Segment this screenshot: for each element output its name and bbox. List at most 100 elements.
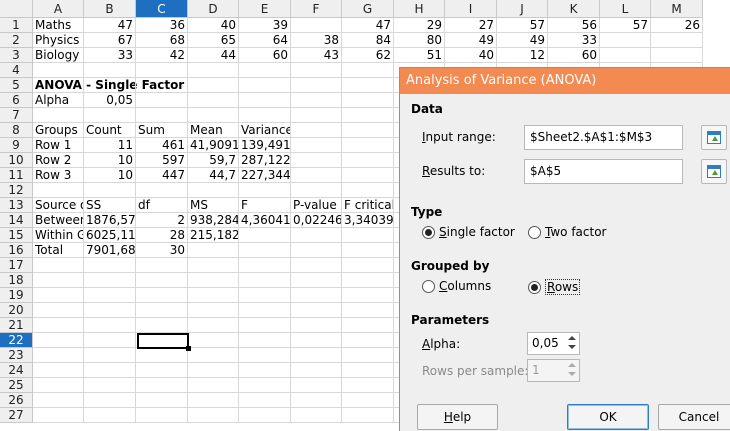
cell-b9[interactable]: 11 bbox=[84, 138, 136, 153]
cell-g12[interactable] bbox=[342, 183, 394, 198]
column-header-b[interactable]: B bbox=[84, 0, 136, 18]
cell-b8[interactable]: Count bbox=[84, 123, 136, 138]
cell-e7[interactable] bbox=[239, 108, 291, 123]
cell-c3[interactable]: 42 bbox=[136, 48, 188, 63]
cell-g14[interactable]: 3,34039 bbox=[342, 213, 394, 228]
cell-c27[interactable] bbox=[136, 408, 188, 423]
cell-f16[interactable] bbox=[291, 243, 342, 258]
cell-a13[interactable]: Source of Variation bbox=[33, 198, 84, 213]
cell-c11[interactable]: 447 bbox=[136, 168, 188, 183]
cell-f6[interactable] bbox=[291, 93, 342, 108]
cell-f1[interactable] bbox=[291, 18, 342, 33]
cell-c19[interactable] bbox=[136, 288, 188, 303]
cell-a2[interactable]: Physics bbox=[33, 33, 84, 48]
spin-down-icon[interactable] bbox=[568, 372, 576, 376]
cell-j3[interactable]: 12 bbox=[497, 48, 548, 63]
row-header-12[interactable]: 12 bbox=[0, 183, 33, 198]
cell-b13[interactable]: SS bbox=[84, 198, 136, 213]
cell-k3[interactable]: 60 bbox=[548, 48, 600, 63]
column-header-m[interactable]: M bbox=[651, 0, 703, 18]
cell-c4[interactable] bbox=[136, 63, 188, 78]
cell-e2[interactable]: 64 bbox=[239, 33, 291, 48]
cell-f2[interactable]: 38 bbox=[291, 33, 342, 48]
cell-a6[interactable]: Alpha bbox=[33, 93, 84, 108]
cell-b10[interactable]: 10 bbox=[84, 153, 136, 168]
cell-e13[interactable]: F bbox=[239, 198, 291, 213]
cell-d20[interactable] bbox=[188, 303, 239, 318]
cell-b12[interactable] bbox=[84, 183, 136, 198]
cell-a7[interactable] bbox=[33, 108, 84, 123]
cell-g19[interactable] bbox=[342, 288, 394, 303]
cell-c15[interactable]: 28 bbox=[136, 228, 188, 243]
cell-g5[interactable] bbox=[342, 78, 394, 93]
column-header-l[interactable]: L bbox=[600, 0, 651, 18]
cell-e18[interactable] bbox=[239, 273, 291, 288]
row-header-21[interactable]: 21 bbox=[0, 318, 33, 333]
cell-b26[interactable] bbox=[84, 393, 136, 408]
cell-b18[interactable] bbox=[84, 273, 136, 288]
cell-a23[interactable] bbox=[33, 348, 84, 363]
row-header-15[interactable]: 15 bbox=[0, 228, 33, 243]
cell-a12[interactable] bbox=[33, 183, 84, 198]
cell-f8[interactable] bbox=[291, 123, 342, 138]
cell-b7[interactable] bbox=[84, 108, 136, 123]
cell-m2[interactable] bbox=[651, 33, 703, 48]
cell-d18[interactable] bbox=[188, 273, 239, 288]
cell-f9[interactable] bbox=[291, 138, 342, 153]
cell-b5[interactable] bbox=[84, 78, 136, 93]
cell-b20[interactable] bbox=[84, 303, 136, 318]
cell-b3[interactable]: 33 bbox=[84, 48, 136, 63]
input-range-shrink-button[interactable] bbox=[701, 125, 727, 150]
row-header-20[interactable]: 20 bbox=[0, 303, 33, 318]
cell-f10[interactable] bbox=[291, 153, 342, 168]
cell-g15[interactable] bbox=[342, 228, 394, 243]
cell-e21[interactable] bbox=[239, 318, 291, 333]
cell-l3[interactable] bbox=[600, 48, 651, 63]
rows-per-sample-spinner[interactable]: 1 bbox=[527, 359, 580, 382]
cell-l2[interactable] bbox=[600, 33, 651, 48]
cell-c8[interactable]: Sum bbox=[136, 123, 188, 138]
cell-b1[interactable]: 47 bbox=[84, 18, 136, 33]
cell-g9[interactable] bbox=[342, 138, 394, 153]
cell-h3[interactable]: 51 bbox=[394, 48, 445, 63]
cell-d24[interactable] bbox=[188, 363, 239, 378]
cell-d2[interactable]: 65 bbox=[188, 33, 239, 48]
row-header-14[interactable]: 14 bbox=[0, 213, 33, 228]
column-header-e[interactable]: E bbox=[239, 0, 291, 18]
cell-d17[interactable] bbox=[188, 258, 239, 273]
cell-e22[interactable] bbox=[239, 333, 291, 348]
cell-c25[interactable] bbox=[136, 378, 188, 393]
results-to-field[interactable]: $A$5 bbox=[524, 159, 683, 184]
cell-f4[interactable] bbox=[291, 63, 342, 78]
cell-f24[interactable] bbox=[291, 363, 342, 378]
spin-up-icon[interactable] bbox=[568, 336, 576, 340]
cell-d14[interactable]: 938,284 bbox=[188, 213, 239, 228]
cell-g18[interactable] bbox=[342, 273, 394, 288]
cell-c17[interactable] bbox=[136, 258, 188, 273]
cell-d27[interactable] bbox=[188, 408, 239, 423]
cell-g2[interactable]: 84 bbox=[342, 33, 394, 48]
cell-c26[interactable] bbox=[136, 393, 188, 408]
cell-g23[interactable] bbox=[342, 348, 394, 363]
cell-d23[interactable] bbox=[188, 348, 239, 363]
cell-b23[interactable] bbox=[84, 348, 136, 363]
cell-d25[interactable] bbox=[188, 378, 239, 393]
cell-f12[interactable] bbox=[291, 183, 342, 198]
cell-g25[interactable] bbox=[342, 378, 394, 393]
cell-c10[interactable]: 597 bbox=[136, 153, 188, 168]
cell-c12[interactable] bbox=[136, 183, 188, 198]
cell-b27[interactable] bbox=[84, 408, 136, 423]
cell-f18[interactable] bbox=[291, 273, 342, 288]
cell-a9[interactable]: Row 1 bbox=[33, 138, 84, 153]
cell-a3[interactable]: Biology bbox=[33, 48, 84, 63]
cell-e6[interactable] bbox=[239, 93, 291, 108]
row-header-8[interactable]: 8 bbox=[0, 123, 33, 138]
cell-d8[interactable]: Mean bbox=[188, 123, 239, 138]
cell-a10[interactable]: Row 2 bbox=[33, 153, 84, 168]
cell-g27[interactable] bbox=[342, 408, 394, 423]
cell-d26[interactable] bbox=[188, 393, 239, 408]
cell-g24[interactable] bbox=[342, 363, 394, 378]
cell-g3[interactable]: 62 bbox=[342, 48, 394, 63]
cell-c7[interactable] bbox=[136, 108, 188, 123]
row-header-5[interactable]: 5 bbox=[0, 78, 33, 93]
